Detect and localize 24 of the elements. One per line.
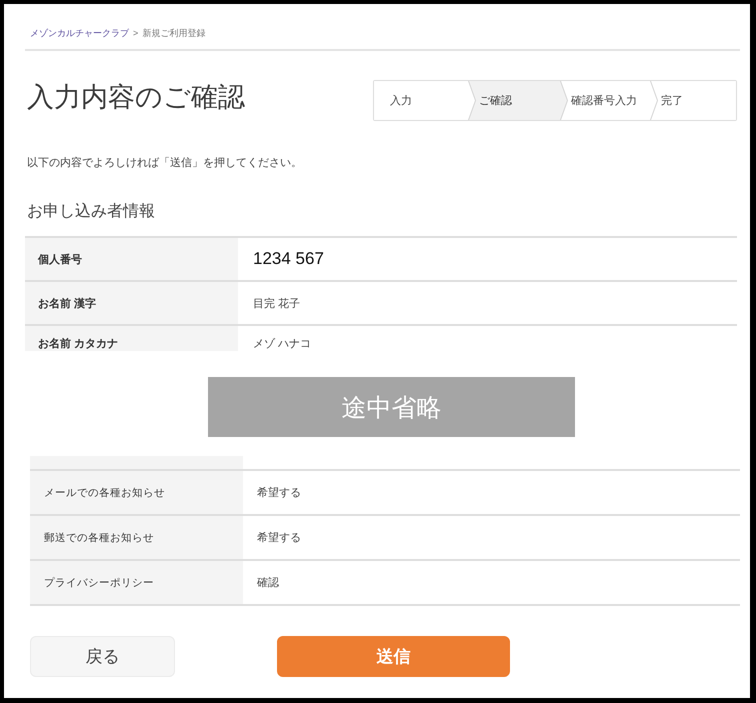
field-value: 希望する: [257, 486, 301, 500]
page-title: 入力内容のご確認: [26, 81, 245, 114]
field-value: 希望する: [257, 530, 301, 545]
instruction-text: 以下の内容でよろしければ「送信」を押してください。: [27, 156, 302, 170]
section-heading: お申し込み者情報: [27, 202, 155, 222]
label-cell: 個人番号: [25, 238, 238, 280]
field-value: 目完 花子: [253, 296, 300, 310]
progress-step: ご確認: [469, 81, 567, 120]
breadcrumb-link[interactable]: メゾンカルチャークラブ: [30, 27, 129, 39]
omission-banner: 途中省略: [208, 377, 575, 437]
field-value: 確認: [257, 576, 279, 590]
label-cell: お名前 カタカナ: [25, 326, 238, 351]
breadcrumb-separator: >: [133, 27, 138, 39]
back-button[interactable]: 戻る: [30, 636, 175, 677]
label-cell: プライバシーポリシー: [30, 561, 243, 604]
progress-step: 完了: [651, 81, 736, 120]
label-cell: メールでの各種お知らせ: [30, 471, 243, 514]
label-cell: お名前 漢字: [25, 282, 238, 324]
progress-step: 確認番号入力: [561, 81, 657, 120]
field-value: 1234 567: [253, 249, 324, 269]
breadcrumb-current: 新規ご利用登録: [142, 27, 206, 39]
label-cell: 郵送での各種お知らせ: [30, 516, 243, 559]
progress-step: 入力: [374, 81, 475, 120]
field-value: メゾ ハナコ: [253, 338, 312, 350]
